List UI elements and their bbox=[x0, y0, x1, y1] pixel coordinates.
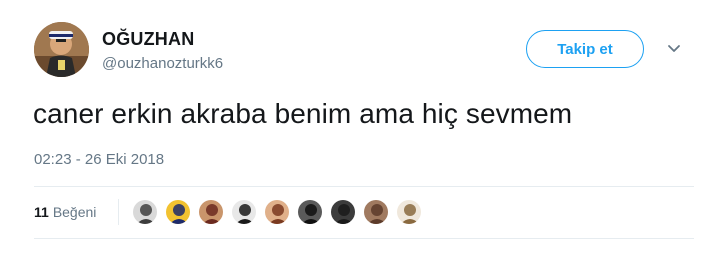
liker-avatar-8[interactable] bbox=[363, 199, 389, 225]
user-handle[interactable]: @ouzhanozturkk6 bbox=[102, 55, 223, 72]
liker-avatar-1[interactable] bbox=[132, 199, 158, 225]
display-name[interactable]: OĞUZHAN bbox=[102, 29, 194, 50]
liker-avatar-7[interactable] bbox=[330, 199, 356, 225]
liker-avatar-2[interactable] bbox=[165, 199, 191, 225]
like-count-label: Beğeni bbox=[52, 204, 97, 220]
liker-avatar-6[interactable] bbox=[297, 199, 323, 225]
liker-avatar-3[interactable] bbox=[198, 199, 224, 225]
liker-avatar-4[interactable] bbox=[231, 199, 257, 225]
tweet-text: caner erkin akraba benim ama hiç sevmem bbox=[33, 98, 573, 129]
liker-avatar-5[interactable] bbox=[264, 199, 290, 225]
follow-button[interactable]: Takip et bbox=[526, 30, 644, 68]
tweet-card: OĞUZHAN @ouzhanozturkk6 Takip et caner e… bbox=[0, 0, 728, 253]
avatar[interactable] bbox=[34, 22, 89, 77]
liker-avatar-9[interactable] bbox=[396, 199, 422, 225]
like-count-number: 11 bbox=[34, 204, 49, 220]
chevron-down-icon[interactable] bbox=[666, 42, 682, 54]
divider bbox=[34, 186, 694, 187]
like-count[interactable]: 11 Beğeni bbox=[34, 204, 96, 220]
divider bbox=[34, 238, 694, 239]
liker-avatars bbox=[132, 199, 429, 227]
divider bbox=[118, 199, 119, 225]
tweet-timestamp[interactable]: 02:23 - 26 Eki 2018 bbox=[34, 151, 164, 168]
